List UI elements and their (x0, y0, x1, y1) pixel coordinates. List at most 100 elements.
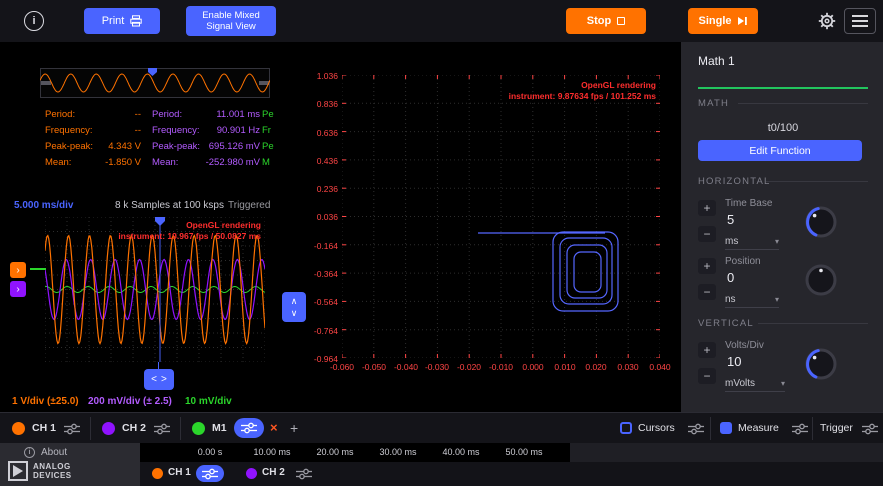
settings-sliders-icon (202, 468, 218, 480)
x-axis-tick: -0.030 (421, 362, 453, 372)
ch1-color-dot (12, 422, 25, 435)
voltsdiv-increment-button[interactable]: + (698, 342, 716, 358)
section-vertical-label: VERTICAL (698, 318, 754, 329)
cursors-checkbox[interactable] (620, 422, 632, 434)
timebase-decrement-button[interactable]: − (698, 226, 716, 242)
background-window-strip (570, 443, 883, 462)
timebase-knob[interactable] (803, 204, 839, 240)
m1-reference-marker (30, 268, 46, 270)
cursors-settings-icon[interactable] (688, 423, 704, 435)
voltsdiv-unit-dropdown[interactable]: mVolts ▾ (725, 376, 785, 392)
timebase-readout: 5.000 ms/div (14, 200, 73, 211)
measurement-row: Pe (262, 138, 279, 154)
y-axis-tick: -0.364 (300, 269, 338, 279)
plot-area: Period:-- Frequency:-- Peak-peak:4.343 V… (0, 42, 680, 412)
ch1-settings-icon[interactable] (64, 423, 80, 435)
cursors-label[interactable]: Cursors (638, 422, 675, 434)
time-ruler: 0.00 s 10.00 ms 20.00 ms 30.00 ms 40.00 … (140, 443, 570, 462)
measure-checkbox[interactable] (720, 422, 732, 434)
chevron-down-icon: ∨ (291, 308, 298, 319)
print-button[interactable]: Print (84, 8, 160, 34)
m1-tab[interactable]: M1 (212, 422, 227, 434)
waveform-preview[interactable] (40, 68, 270, 98)
background-window-sidebar: i About ANALOG DEVICES (0, 443, 140, 486)
measurement-row: Peak-peak:4.343 V (45, 138, 145, 154)
bg-ch2-label[interactable]: CH 2 (262, 467, 285, 478)
voltsdiv-knob[interactable] (803, 346, 839, 382)
bg-ch2-settings-icon[interactable] (296, 468, 312, 480)
measurement-label: Peak-peak: (45, 141, 97, 152)
edit-function-button[interactable]: Edit Function (698, 140, 862, 161)
divider (180, 417, 181, 440)
time-cursor-extension (158, 362, 159, 369)
measurement-value: 90.901 Hz (204, 125, 260, 136)
about-button[interactable]: i About (24, 447, 67, 458)
trigger-settings-icon[interactable] (862, 423, 878, 435)
ruler-tick: 20.00 ms (305, 447, 365, 457)
timebase-increment-button[interactable]: + (698, 200, 716, 216)
x-axis-tick: 0.000 (517, 362, 549, 372)
measurements-m1-clipped: Pe Fr Pe M (262, 106, 279, 170)
chevron-right-icon: > (161, 374, 167, 385)
horizontal-scroll-button[interactable]: < > (144, 369, 174, 390)
hamburger-menu-button[interactable] (844, 8, 876, 34)
timebase-label: Time Base (725, 198, 772, 209)
single-button[interactable]: Single (688, 8, 758, 34)
measurement-label: Frequency: (152, 125, 204, 136)
analog-devices-logo: ANALOG DEVICES (8, 461, 72, 481)
measurement-label: Pe (262, 141, 274, 152)
position-unit: ns (725, 294, 736, 305)
time-cursor-handle[interactable] (155, 217, 165, 226)
info-glyph: i (32, 15, 35, 27)
bg-ch1-label[interactable]: CH 1 (168, 467, 191, 478)
measurement-label: Peak-peak: (152, 141, 204, 152)
ruler-tick: 40.00 ms (431, 447, 491, 457)
position-knob[interactable] (803, 262, 839, 298)
channel-bar: CH 1 CH 2 M1 × + Cursors Measure Trigger (0, 412, 883, 443)
voltsdiv-decrement-button[interactable]: − (698, 368, 716, 384)
measure-settings-icon[interactable] (792, 423, 808, 435)
ch2-offset-handle[interactable]: › (10, 281, 26, 297)
voltsdiv-value[interactable]: 10 (727, 354, 741, 369)
ch2-settings-icon[interactable] (154, 423, 170, 435)
preview-scroll-handle-right[interactable] (259, 81, 269, 85)
info-icon: i (24, 447, 35, 458)
x-axis-tick: -0.060 (326, 362, 358, 372)
add-channel-button[interactable]: + (290, 421, 298, 435)
gear-icon[interactable] (816, 10, 838, 32)
info-icon[interactable]: i (24, 11, 44, 31)
ch2-tab[interactable]: CH 2 (122, 422, 146, 434)
m1-close-button[interactable]: × (270, 421, 278, 434)
bg-ch1-settings-button[interactable] (196, 465, 224, 482)
trigger-label[interactable]: Trigger (820, 422, 853, 434)
timebase-unit: ms (725, 236, 738, 247)
position-value[interactable]: 0 (727, 270, 734, 285)
math-function-text: t0/100 (698, 122, 868, 134)
measure-label[interactable]: Measure (738, 422, 779, 434)
background-channel-bar: CH 1 CH 2 (140, 462, 883, 486)
ch1-offset-handle[interactable]: › (10, 262, 26, 278)
divider (710, 417, 711, 440)
ch2-color-dot (246, 468, 257, 479)
section-divider (766, 181, 868, 182)
printer-icon (130, 15, 142, 27)
measurement-row: Frequency:-- (45, 122, 145, 138)
y-axis-tick: 0.636 (300, 128, 338, 138)
ch1-tab[interactable]: CH 1 (32, 422, 56, 434)
stop-button[interactable]: Stop (566, 8, 646, 34)
y-axis-tick: 0.436 (300, 156, 338, 166)
scope-plot[interactable]: OpenGL rendering instrument: 19.967 fps … (45, 217, 265, 362)
timebase-value[interactable]: 5 (727, 212, 734, 227)
measurements-ch2: Period:11.001 ms Frequency:90.901 Hz Pea… (152, 106, 262, 170)
preview-scroll-handle-left[interactable] (41, 81, 51, 85)
position-unit-dropdown[interactable]: ns ▾ (725, 292, 779, 308)
enable-mixed-signal-button[interactable]: Enable Mixed Signal View (186, 6, 276, 36)
position-decrement-button[interactable]: − (698, 284, 716, 300)
timebase-unit-dropdown[interactable]: ms ▾ (725, 234, 779, 250)
ch1-vdiv-readout: 1 V/div (±25.0) (12, 396, 79, 407)
ruler-tick: 10.00 ms (242, 447, 302, 457)
m1-settings-button[interactable] (234, 418, 264, 438)
xy-plot[interactable]: 1.036 0.836 0.636 0.436 0.236 0.036 -0.1… (300, 68, 666, 378)
position-increment-button[interactable]: + (698, 258, 716, 274)
divider (812, 417, 813, 440)
